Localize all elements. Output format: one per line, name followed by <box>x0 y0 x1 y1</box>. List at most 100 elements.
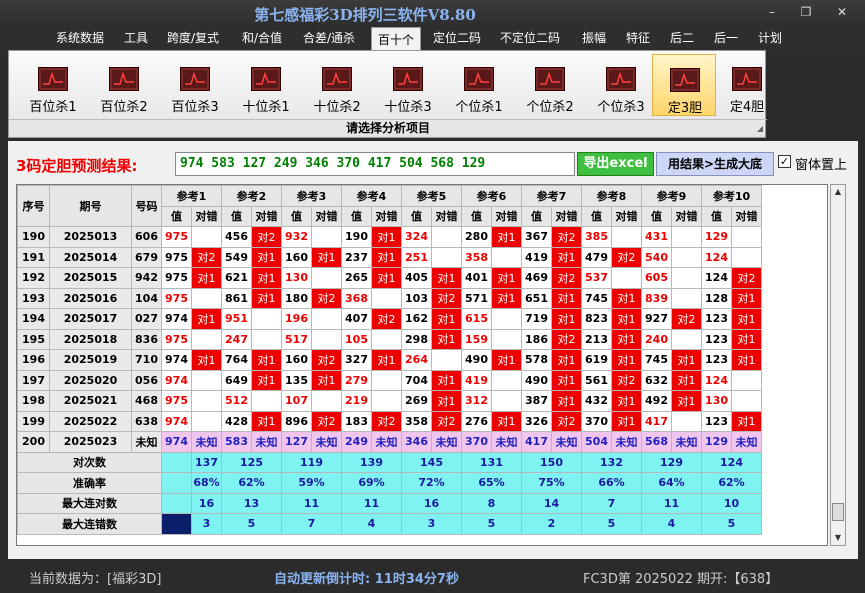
table-row[interactable]: 194 2025017 027 974 对1 951 196 407 对2 162 对1 615 719… <box>17 308 762 330</box>
generate-base-button[interactable]: 用结果>生成大底 <box>656 152 774 176</box>
value-cell: 123 <box>701 349 732 371</box>
chart-icon <box>322 67 352 91</box>
table-row[interactable]: 193 2025016 104 975 861 对1 180 对2 368 103 对2 571 对1 6… <box>17 287 762 309</box>
prediction-result-field[interactable]: 974 583 127 249 346 370 417 504 568 129 <box>175 152 575 176</box>
value-cell: 130 <box>701 390 732 412</box>
scroll-thumb[interactable] <box>832 503 844 521</box>
value-cell: 213 <box>581 328 612 350</box>
table-row[interactable]: 195 2025018 836 975 247 517 105 298 对1 159 186 对2 21… <box>17 328 762 350</box>
menu-item-nonposition-two[interactable]: 不定位二码 <box>500 26 560 50</box>
ribbon-button-2[interactable]: 百位杀2 <box>92 54 156 116</box>
stat-value-cell: 64% <box>641 472 702 494</box>
menu-item-plan[interactable]: 计划 <box>758 26 782 50</box>
vertical-scrollbar[interactable]: ▲ ▼ <box>830 184 846 546</box>
menu-item-sum[interactable]: 和/合值 <box>242 26 282 50</box>
hit-cell <box>491 246 522 268</box>
stat-value-cell: 4 <box>341 513 402 535</box>
value-cell: 124 <box>701 267 732 289</box>
scroll-up-icon[interactable]: ▲ <box>831 185 845 199</box>
menu-item-tools[interactable]: 工具 <box>124 26 148 50</box>
table-row[interactable]: 198 2025021 468 975 512 107 219 269 对1 312 387 对1 43… <box>17 390 762 412</box>
value-subheader: 值 <box>341 205 372 227</box>
prediction-status-cell: 未知 <box>731 431 762 453</box>
ribbon-button-9[interactable]: 个位杀3 <box>589 54 653 116</box>
menu-bar: 系统数据 工具 跨度/复式 和/合值 合差/通杀 百十个 定位二码 不定位二码 … <box>0 26 865 51</box>
menu-item-system-data[interactable]: 系统数据 <box>56 26 104 50</box>
menu-item-diff-kill[interactable]: 合差/通杀 <box>303 26 355 50</box>
menu-item-digit-position[interactable]: 百十个 <box>371 27 422 51</box>
value-cell: 632 <box>641 369 672 391</box>
scroll-down-icon[interactable]: ▼ <box>831 531 845 545</box>
value-cell: 407 <box>341 308 372 330</box>
stat-label: 最大连错数 <box>17 513 162 535</box>
hit-cell: 对1 <box>551 308 582 330</box>
ribbon-button-3[interactable]: 百位杀3 <box>163 54 227 116</box>
menu-item-amplitude[interactable]: 振幅 <box>582 26 606 50</box>
value-cell: 561 <box>581 369 612 391</box>
hit-cell: 对1 <box>371 246 402 268</box>
table-row[interactable]: 191 2025014 679 975 对2 549 对1 160 对1 237 对1 251 358 4… <box>17 246 762 268</box>
hit-cell <box>251 390 282 412</box>
issue-cell: 2025020 <box>49 369 132 391</box>
hit-cell: 对2 <box>311 349 342 371</box>
issue-cell: 2025022 <box>49 410 132 432</box>
analysis-panel: 3码定胆预测结果: 974 583 127 249 346 370 417 50… <box>8 141 858 559</box>
ref-header: 参考2 <box>221 185 282 207</box>
ribbon-button-1[interactable]: 百位杀1 <box>21 54 85 116</box>
stat-value-cell: 3 <box>401 513 462 535</box>
value-cell: 269 <box>401 390 432 412</box>
hit-cell: 对1 <box>251 287 282 309</box>
stat-value-cell: 14 <box>521 492 582 514</box>
table-row[interactable]: 197 2025020 056 974 649 对1 135 对1 279 704 对1 419 490… <box>17 369 762 391</box>
value-cell: 975 <box>161 390 192 412</box>
hit-cell <box>491 390 522 412</box>
ribbon-button-10[interactable]: 定3胆 <box>652 54 716 116</box>
prediction-status-cell: 未知 <box>551 431 582 453</box>
restore-button[interactable]: ❐ <box>792 3 820 21</box>
ribbon-button-4[interactable]: 十位杀1 <box>234 54 298 116</box>
hit-cell <box>431 226 462 248</box>
ribbon-button-11[interactable]: 定4胆 <box>715 54 779 116</box>
menu-item-feature[interactable]: 特征 <box>626 26 650 50</box>
prediction-row[interactable]: 200 2025023 未知 974 未知 583 未知 127 未知 249 未知 346 未知 370… <box>17 431 762 453</box>
value-cell: 896 <box>281 410 312 432</box>
ribbon-button-6[interactable]: 十位杀3 <box>376 54 440 116</box>
seq-cell: 192 <box>17 267 50 289</box>
ribbon-button-8[interactable]: 个位杀2 <box>518 54 582 116</box>
seq-cell: 190 <box>17 226 50 248</box>
value-cell: 123 <box>701 328 732 350</box>
ribbon-button-7[interactable]: 个位杀1 <box>447 54 511 116</box>
stat-value-cell: 66% <box>581 472 642 494</box>
hit-cell: 对1 <box>611 308 642 330</box>
current-data-label: 当前数据为：[福彩3D] <box>29 572 162 587</box>
ribbon-expand-icon[interactable]: ◢ <box>757 124 763 133</box>
ribbon-button-label: 十位杀2 <box>313 100 361 115</box>
table-row[interactable]: 192 2025015 942 975 对1 621 对1 130 265 对1 405 对1 401 对… <box>17 267 762 289</box>
ribbon-button-5[interactable]: 十位杀2 <box>305 54 369 116</box>
prediction-value-cell: 974 <box>161 431 192 453</box>
prediction-value-cell: 583 <box>221 431 252 453</box>
menu-item-position-two[interactable]: 定位二码 <box>433 26 481 50</box>
table-row[interactable]: 196 2025019 710 974 对1 764 对1 160 对2 327 对1 264 490 对… <box>17 349 762 371</box>
hit-cell: 对2 <box>611 369 642 391</box>
close-button[interactable]: ✕ <box>828 3 856 21</box>
stat-value-cell: 5 <box>581 513 642 535</box>
topmost-checkbox[interactable]: ✓ <box>778 155 791 168</box>
minimize-button[interactable]: – <box>758 3 786 21</box>
table-row[interactable]: 199 2025022 638 974 428 对1 896 对2 183 对2 358 对2 276 对… <box>17 410 762 432</box>
value-subheader: 值 <box>401 205 432 227</box>
menu-item-last-one[interactable]: 后一 <box>714 26 738 50</box>
export-excel-button[interactable]: 导出excel <box>577 152 654 176</box>
value-cell: 367 <box>521 226 552 248</box>
menu-item-span[interactable]: 跨度/复式 <box>167 26 219 50</box>
value-cell: 312 <box>461 390 492 412</box>
menu-item-last-two[interactable]: 后二 <box>670 26 694 50</box>
ref-header: 参考4 <box>341 185 402 207</box>
table-row[interactable]: 190 2025013 606 975 456 对2 932 190 对1 324 280 对1 367… <box>17 226 762 248</box>
stat-value-cell: 13 <box>221 492 282 514</box>
value-cell: 537 <box>581 267 612 289</box>
hit-cell <box>371 390 402 412</box>
hit-cell: 对2 <box>611 246 642 268</box>
hit-cell <box>311 390 342 412</box>
stat-value-cell: 5 <box>461 513 522 535</box>
